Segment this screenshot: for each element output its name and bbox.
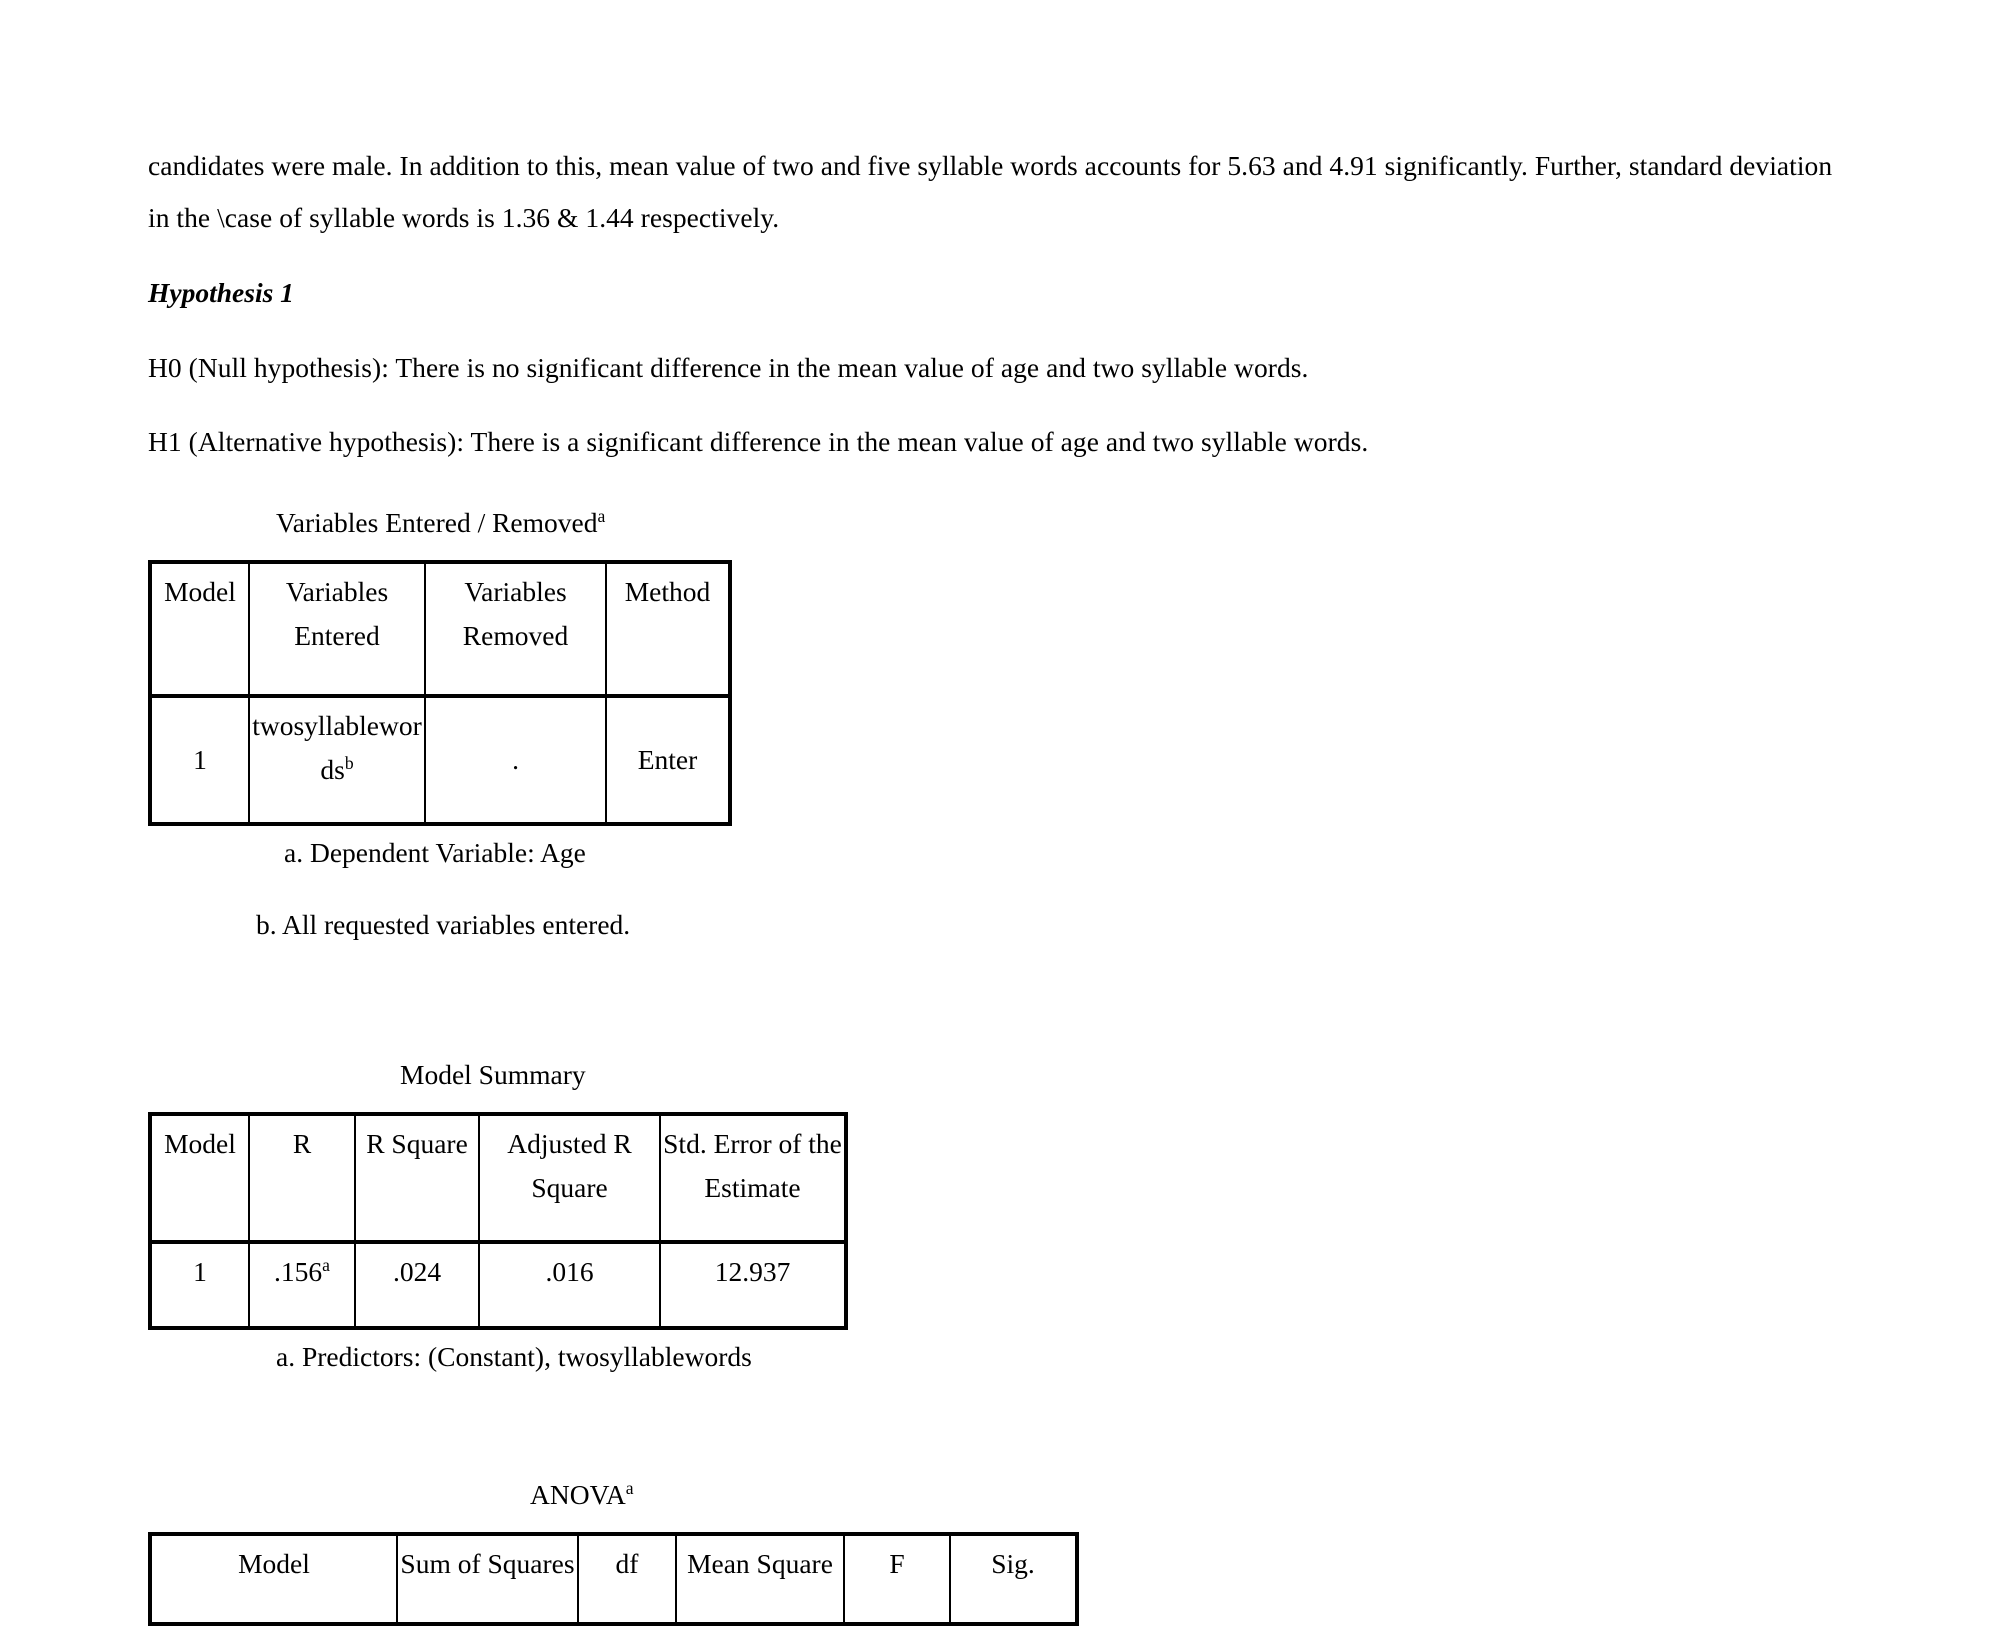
variables-entered-removed-table: Model Variables Entered Variables Remove…	[148, 560, 732, 826]
caption-variables-entered-removed: Variables Entered / Removeda	[148, 500, 1858, 546]
header-variables-entered-line1: Variables	[285, 576, 389, 607]
header-variables-entered: Variables Entered	[248, 562, 426, 698]
note-variables-b: b. All requested variables entered.	[256, 909, 631, 940]
header-df: df	[577, 1534, 677, 1626]
document-page: candidates were male. In addition to thi…	[0, 0, 1997, 1650]
paragraph-alternative-hypothesis: H1 (Alternative hypothesis): There is a …	[148, 426, 1369, 457]
cell-r: .156a	[248, 1242, 356, 1328]
header-variables-removed: Variables Removed	[424, 562, 607, 698]
header-adjusted-r-square-line2: Square	[531, 1172, 608, 1203]
header-f: F	[843, 1534, 951, 1626]
spacer-after-variables-table	[148, 948, 1858, 1052]
cell-r-text: .156	[274, 1256, 323, 1287]
cell-method: Enter	[605, 696, 730, 824]
table-header-row: Model Variables Entered Variables Remove…	[150, 562, 730, 698]
cell-std-error-estimate: 12.937	[659, 1242, 846, 1328]
header-std-error-estimate-line1: Std. Error of the	[663, 1128, 842, 1159]
caption-variables-superscript: a	[597, 505, 606, 526]
table-row: 1 .156a .024 .016 12.937	[150, 1242, 846, 1328]
header-r: R	[248, 1114, 356, 1244]
cell-model: 1	[150, 1242, 250, 1328]
caption-model-summary: Model Summary	[400, 1059, 586, 1090]
header-sum-of-squares: Sum of Squares	[396, 1534, 579, 1626]
table-header-row: Model R R Square Adjusted R Square Std. …	[150, 1114, 846, 1244]
cell-variables-entered-superscript: b	[344, 752, 354, 773]
header-model: Model	[150, 1114, 250, 1244]
spacer-after-model-summary	[148, 1380, 1858, 1472]
header-variables-removed-line2: Removed	[462, 620, 569, 651]
cell-r-square: .024	[354, 1242, 480, 1328]
cell-r-superscript: a	[322, 1254, 330, 1275]
header-sig: Sig.	[949, 1534, 1077, 1626]
header-variables-removed-line1: Variables	[464, 576, 567, 607]
heading-hypothesis-1: Hypothesis 1	[148, 277, 294, 308]
note-model-summary-a: a. Predictors: (Constant), twosyllablewo…	[276, 1341, 752, 1372]
caption-variables-text: Variables Entered / Removed	[276, 507, 598, 538]
cell-model: 1	[150, 696, 250, 824]
header-mean-square: Mean Square	[675, 1534, 845, 1626]
header-std-error-estimate-line2: Estimate	[704, 1172, 801, 1203]
cell-variables-removed: .	[424, 696, 607, 824]
model-summary-table: Model R R Square Adjusted R Square Std. …	[148, 1112, 848, 1330]
header-variables-entered-line2: Entered	[294, 620, 380, 651]
header-adjusted-r-square: Adjusted R Square	[478, 1114, 661, 1244]
cell-variables-entered-text: twosyllablewords	[252, 710, 422, 785]
table-header-row: Model Sum of Squares df Mean Square F Si…	[150, 1534, 1077, 1626]
header-model: Model	[150, 1534, 398, 1626]
caption-anova-text: ANOVA	[530, 1479, 626, 1510]
header-method: Method	[605, 562, 730, 698]
header-std-error-estimate: Std. Error of the Estimate	[659, 1114, 846, 1244]
anova-table: Model Sum of Squares df Mean Square F Si…	[148, 1532, 1079, 1626]
paragraph-null-hypothesis: H0 (Null hypothesis): There is no signif…	[148, 352, 1309, 383]
header-adjusted-r-square-line1: Adjusted R	[507, 1128, 632, 1159]
note-variables-a: a. Dependent Variable: Age	[284, 837, 586, 868]
page-content: candidates were male. In addition to thi…	[148, 140, 1858, 1626]
caption-anova-superscript: a	[625, 1477, 634, 1498]
cell-adjusted-r-square: .016	[478, 1242, 661, 1328]
cell-variables-entered: twosyllablewordsb	[248, 696, 426, 824]
header-model: Model	[150, 562, 250, 698]
table-row: 1 twosyllablewordsb . Enter	[150, 696, 730, 824]
paragraph-intro: candidates were male. In addition to thi…	[148, 150, 1833, 233]
header-r-square: R Square	[354, 1114, 480, 1244]
caption-anova: ANOVAa	[148, 1472, 1858, 1518]
